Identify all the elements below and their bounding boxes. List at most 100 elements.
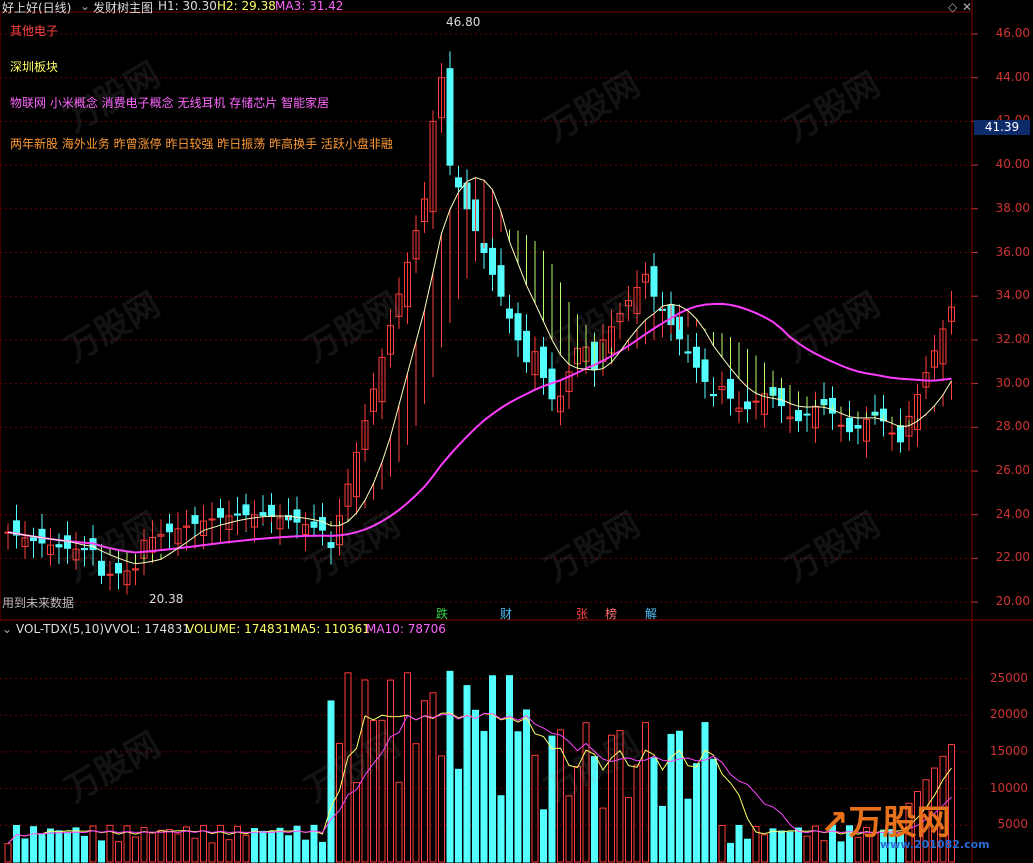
concept-tags: 物联网 小米概念 消费电子概念 无线耳机 存储芯片 智能家居: [10, 96, 330, 110]
close-icon[interactable]: ✕: [962, 0, 972, 14]
volume-bar: [659, 805, 666, 863]
indicator-dropdown-icon[interactable]: ⌄: [80, 0, 90, 13]
candle-body: [208, 518, 216, 521]
volume-tick-label: 5000: [997, 817, 1028, 832]
volume-bar: [174, 833, 182, 863]
candle-body: [81, 548, 88, 551]
price-tick-label: 20.00: [995, 594, 1030, 609]
volume-bar: [599, 807, 607, 863]
volume-bar: [208, 842, 216, 863]
volume-bar: [13, 824, 20, 863]
event-drop[interactable]: 跌: [436, 605, 448, 622]
volume-bar: [735, 824, 743, 863]
price-tick-label: 30.00: [995, 375, 1030, 390]
volume-bar: [557, 729, 564, 863]
candle-body: [191, 515, 199, 524]
volume-bar: [344, 672, 352, 863]
ma3-value: MA3: 31.42: [275, 0, 344, 13]
volume-bar: [276, 827, 284, 863]
candle-body: [234, 513, 241, 516]
candle-body: [30, 537, 37, 542]
candle-body: [727, 378, 734, 399]
price-tick-label: 24.00: [995, 506, 1030, 521]
volume-bar: [55, 830, 63, 863]
price-tick-label: 44.00: [995, 69, 1030, 84]
volume-bar: [480, 730, 488, 863]
event-up[interactable]: 张: [576, 605, 588, 622]
ma-ribbon: [75, 177, 952, 564]
candle-body: [837, 424, 845, 427]
volume-bar: [4, 843, 12, 863]
volume-bar: [421, 700, 428, 863]
volume-bar: [21, 838, 29, 863]
candle-body: [98, 560, 105, 576]
volume-dropdown-icon[interactable]: ⌄: [2, 622, 12, 636]
price-tick-label: 38.00: [995, 200, 1030, 215]
volume-bar: [259, 830, 267, 863]
candle-body: [701, 359, 709, 382]
volume-bar: [761, 834, 768, 863]
volume-bar: [778, 830, 785, 863]
candle-body: [497, 265, 505, 297]
price-tick-label: 36.00: [995, 244, 1030, 259]
price-tick-label: 46.00: [995, 26, 1030, 40]
volume-bar: [684, 798, 692, 863]
volume-ma10-line: [7, 712, 952, 844]
volume-bar: [191, 837, 199, 863]
volume-bar: [30, 826, 37, 863]
volume-bar: [455, 768, 462, 863]
volume-bar: [540, 809, 547, 863]
volume-bar: [446, 670, 454, 863]
candle-body: [803, 413, 811, 416]
volume-bar: [319, 841, 326, 863]
volume-indicator-name[interactable]: VOL-TDX(5,10): [16, 622, 104, 636]
volume-tick-label: 15000: [989, 743, 1028, 758]
volume-bar: [64, 831, 71, 863]
event-list[interactable]: 榜: [605, 605, 617, 622]
chart-canvas[interactable]: [0, 0, 1033, 863]
candle-body: [455, 177, 462, 188]
candle-body: [523, 330, 530, 363]
candle-body: [854, 425, 862, 429]
candle-body: [259, 512, 267, 516]
candle-body: [293, 509, 301, 523]
volume-bar: [47, 828, 54, 863]
stock-title[interactable]: 好上好(日线): [2, 0, 71, 16]
volume-bar: [744, 838, 751, 863]
volume-bar: [727, 842, 734, 863]
candle-body: [489, 247, 496, 275]
candle-body: [55, 544, 63, 548]
volume-bar: [268, 831, 275, 863]
volume-tick-label: 20000: [989, 707, 1028, 722]
candle-body: [217, 508, 224, 518]
volume-bar: [438, 755, 445, 863]
indicator-name[interactable]: 发财树主图: [93, 0, 153, 16]
region-tag: 深圳板块: [10, 60, 59, 74]
price-tick-label: 26.00: [995, 463, 1030, 477]
short-ma-line: [7, 176, 952, 565]
volume-bar: [625, 797, 632, 863]
volume-bar: [149, 832, 156, 863]
volume-ma5-line: [7, 712, 952, 844]
volume-bar: [710, 758, 717, 863]
volume-bar: [514, 731, 522, 863]
volume-bar: [302, 839, 309, 863]
event-unlock[interactable]: 解: [645, 605, 657, 622]
price-tick-label: 28.00: [995, 419, 1030, 434]
diamond-icon[interactable]: ◇: [948, 0, 957, 14]
volume-bar: [795, 827, 802, 863]
volume-bar: [404, 672, 411, 863]
low-price-label: 20.38: [149, 592, 184, 606]
candle-body: [540, 346, 547, 378]
candle-body: [693, 346, 700, 368]
volume-bar: [693, 763, 700, 863]
volume-bar: [506, 675, 513, 863]
event-finance[interactable]: 财: [500, 605, 512, 622]
volume-tick-label: 25000: [989, 670, 1028, 685]
price-tick-label: 32.00: [995, 331, 1030, 346]
volume-bar: [378, 719, 386, 863]
site-logo-url: www.201082.com: [880, 838, 990, 851]
volume-bar: [463, 685, 471, 863]
long-ma-line: [7, 302, 952, 554]
candle-body: [650, 266, 658, 297]
